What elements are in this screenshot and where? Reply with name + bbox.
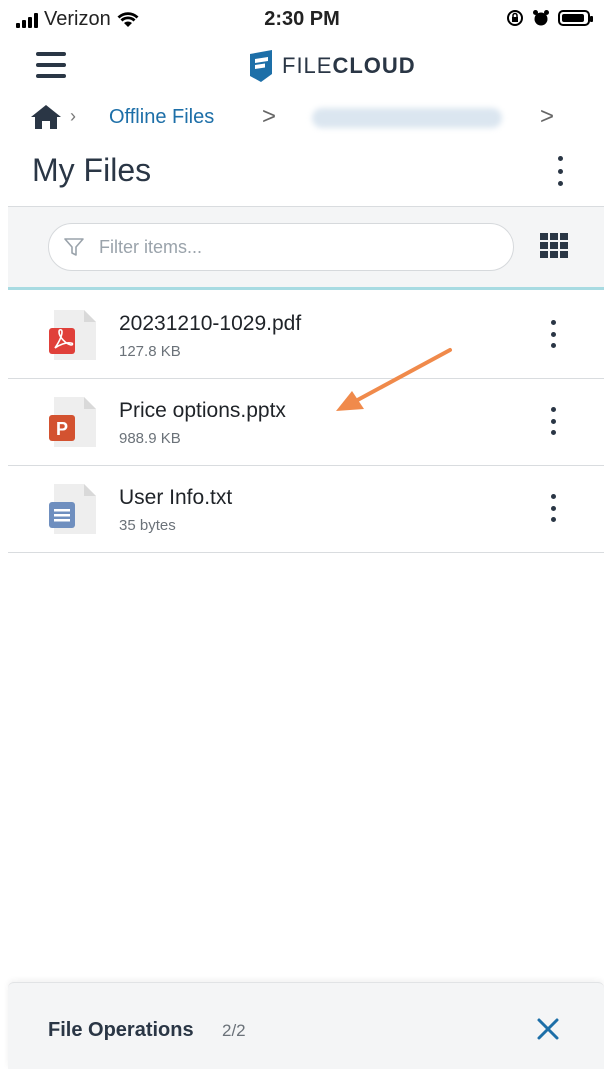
file-row[interactable]: 20231210-1029.pdf 127.8 KB [8,292,604,379]
file-options-icon[interactable] [548,494,558,522]
pptx-file-icon: P [49,397,96,447]
breadcrumb-separator: > [262,103,277,130]
annotation-arrow [336,348,452,411]
filter-icon [64,238,84,256]
breadcrumb-separator: > [540,103,555,130]
status-bar: Verizon 2:30 PM [0,0,604,40]
filter-placeholder: Filter items... [99,237,203,257]
more-options-icon[interactable] [548,156,572,186]
filter-bar: Filter items... [8,206,604,290]
battery-icon [558,10,593,26]
breadcrumb: › Offline Files > > [0,98,604,138]
filter-input[interactable]: Filter items... [48,223,514,271]
file-row[interactable]: User Info.txt 35 bytes [8,466,604,553]
close-icon[interactable] [536,1017,560,1041]
rotation-lock-icon [507,10,523,26]
file-name: Price options.pptx [119,399,286,422]
grid-view-icon[interactable] [540,233,568,258]
file-name: 20231210-1029.pdf [119,312,302,335]
filecloud-logo-icon [250,50,272,82]
breadcrumb-account-redacted[interactable] [312,108,502,128]
home-icon[interactable] [30,104,62,130]
breadcrumb-separator: › [70,106,76,126]
svg-text:P: P [56,419,68,439]
app-header: FILECLOUD [0,40,604,92]
filecloud-logo: FILECLOUD [248,50,416,82]
file-operations-count: 2/2 [222,1021,246,1040]
alarm-icon [533,10,549,26]
file-size: 127.8 KB [119,343,181,360]
breadcrumb-offline-files[interactable]: Offline Files [109,106,214,129]
txt-file-icon [49,484,96,534]
pdf-file-icon [49,310,96,360]
file-name: User Info.txt [119,486,233,509]
menu-icon[interactable] [36,52,66,78]
page-title: My Files [32,152,152,188]
file-operations-label: File Operations [48,1019,194,1041]
file-size: 988.9 KB [119,430,181,447]
file-size: 35 bytes [119,517,176,534]
file-options-icon[interactable] [548,407,558,435]
file-row[interactable]: P Price options.pptx 988.9 KB [8,379,604,466]
file-operations-panel[interactable]: File Operations 2/2 [8,982,604,1069]
file-options-icon[interactable] [548,320,558,348]
file-list: 20231210-1029.pdf 127.8 KB P Price optio… [8,292,604,553]
